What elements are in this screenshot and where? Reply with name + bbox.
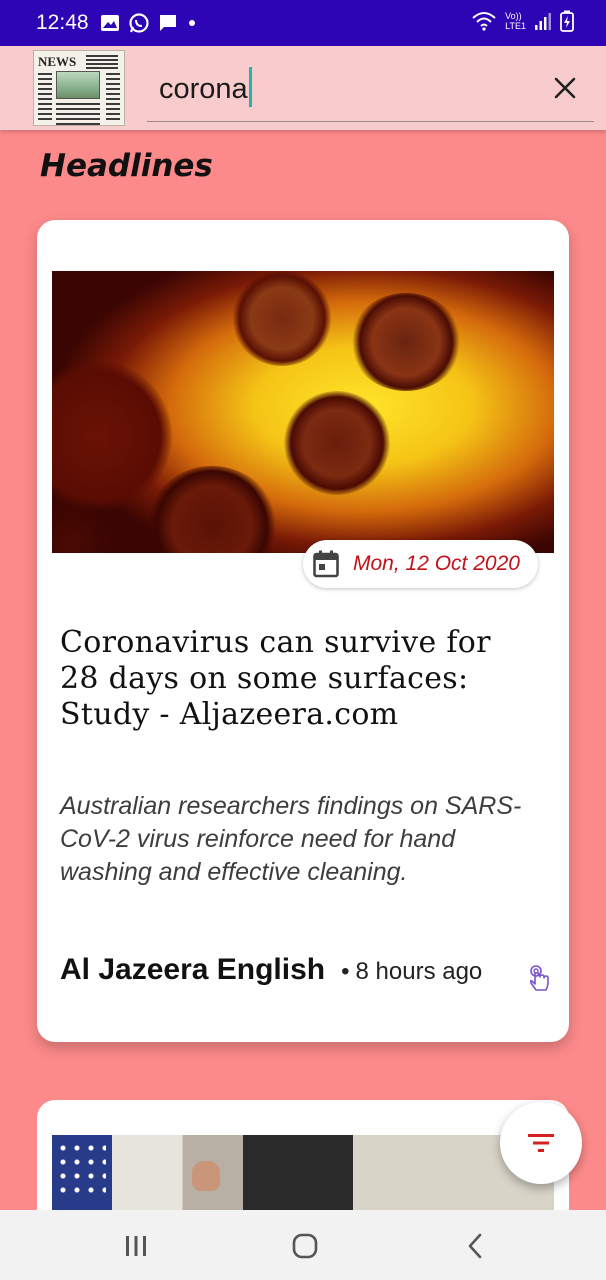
filter-button[interactable]: [500, 1102, 582, 1184]
home-button[interactable]: [285, 1230, 325, 1262]
system-navigation-bar: [0, 1210, 606, 1280]
section-title: Headlines: [40, 148, 213, 184]
app-bar: NEWS: [0, 46, 606, 130]
message-icon: [160, 15, 176, 31]
text-cursor: [249, 67, 252, 107]
back-button[interactable]: [455, 1230, 495, 1262]
article-title[interactable]: Coronavirus can survive for 28 days on s…: [60, 625, 530, 733]
meta-separator: •: [341, 958, 350, 985]
wifi-icon: [472, 12, 496, 31]
article-description: Australian researchers findings on SARS-…: [60, 792, 522, 886]
virus-particle: [284, 391, 390, 495]
article-source: Al Jazeera English: [60, 953, 326, 986]
filter-icon: [528, 1134, 554, 1152]
virus-particle: [147, 466, 277, 553]
logo-photo: [56, 71, 100, 99]
recent-apps-icon: [126, 1236, 146, 1256]
status-bar: 12:48 Vo)) LTE1: [0, 0, 606, 46]
battery-charging-icon: [560, 10, 574, 32]
status-time: 12:48: [36, 11, 89, 34]
article-card[interactable]: [37, 1100, 569, 1220]
article-footer: Al Jazeera English • 8 hours ago: [60, 953, 540, 987]
tap-icon[interactable]: [527, 964, 551, 992]
logo-text-lines: [56, 103, 100, 125]
network-label-bottom: LTE1: [505, 21, 526, 31]
virus-particle: [232, 271, 332, 366]
network-label-top: Vo)): [505, 11, 522, 21]
article-date: Mon, 12 Oct 2020: [353, 552, 520, 575]
logo-header-lines: [86, 55, 118, 69]
network-label: Vo)) LTE1: [505, 11, 526, 31]
article-card[interactable]: Mon, 12 Oct 2020 Coronavirus can survive…: [37, 220, 569, 1042]
back-icon: [468, 1233, 482, 1259]
logo-column-right: [106, 73, 120, 123]
raised-fist: [192, 1161, 220, 1191]
close-icon: [554, 77, 576, 99]
whatsapp-icon: [129, 13, 149, 33]
status-right-icons: Vo)) LTE1: [471, 10, 574, 32]
article-image: [52, 1135, 554, 1215]
logo-column-left: [38, 73, 52, 123]
search-input[interactable]: [147, 58, 594, 122]
newspaper-logo: NEWS: [33, 50, 125, 126]
image-icon: [101, 15, 119, 31]
calendar-icon: [313, 550, 339, 578]
logo-masthead: NEWS: [38, 54, 77, 69]
virus-particle: [350, 293, 462, 391]
notification-icons: [100, 12, 198, 34]
flag-stars: [56, 1141, 106, 1201]
article-image: [52, 271, 554, 553]
signal-icon: [535, 13, 551, 30]
clear-search-button[interactable]: [548, 71, 582, 105]
article-published-time: 8 hours ago: [355, 958, 483, 985]
recent-apps-button[interactable]: [116, 1230, 156, 1262]
date-chip: Mon, 12 Oct 2020: [303, 540, 538, 588]
dot-icon: [189, 20, 195, 26]
home-icon: [292, 1233, 318, 1259]
virus-particle: [52, 361, 172, 511]
